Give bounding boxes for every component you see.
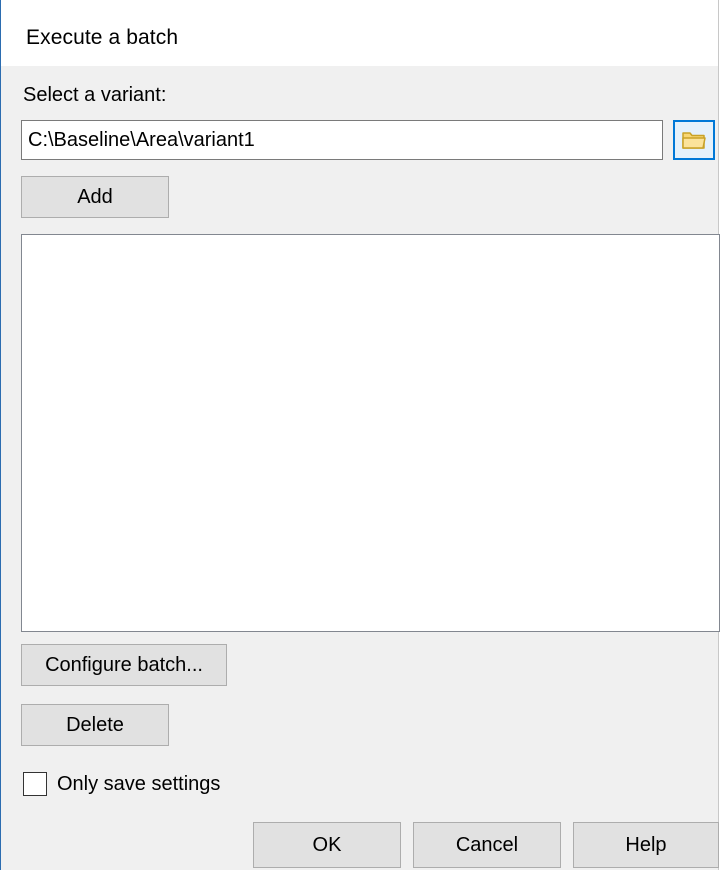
add-button[interactable]: Add — [21, 176, 169, 218]
only-save-settings-option[interactable]: Only save settings — [23, 770, 220, 798]
cancel-button[interactable]: Cancel — [413, 822, 561, 868]
only-save-settings-label: Only save settings — [57, 772, 221, 795]
dialog-title: Execute a batch — [26, 26, 179, 49]
help-button[interactable]: Help — [573, 822, 719, 868]
delete-button[interactable]: Delete — [21, 704, 169, 746]
only-save-settings-checkbox[interactable] — [23, 772, 47, 796]
select-variant-label: Select a variant: — [23, 84, 167, 106]
configure-batch-button[interactable]: Configure batch... — [21, 644, 227, 686]
browse-folder-button[interactable] — [673, 120, 715, 160]
ok-button[interactable]: OK — [253, 822, 401, 868]
variant-path-input[interactable] — [21, 120, 663, 160]
execute-batch-dialog: Execute a batch Select a variant: Add Co… — [0, 0, 720, 870]
title-bar[interactable]: Execute a batch — [1, 0, 718, 66]
folder-icon — [682, 132, 706, 149]
batch-variant-list[interactable] — [21, 234, 720, 632]
